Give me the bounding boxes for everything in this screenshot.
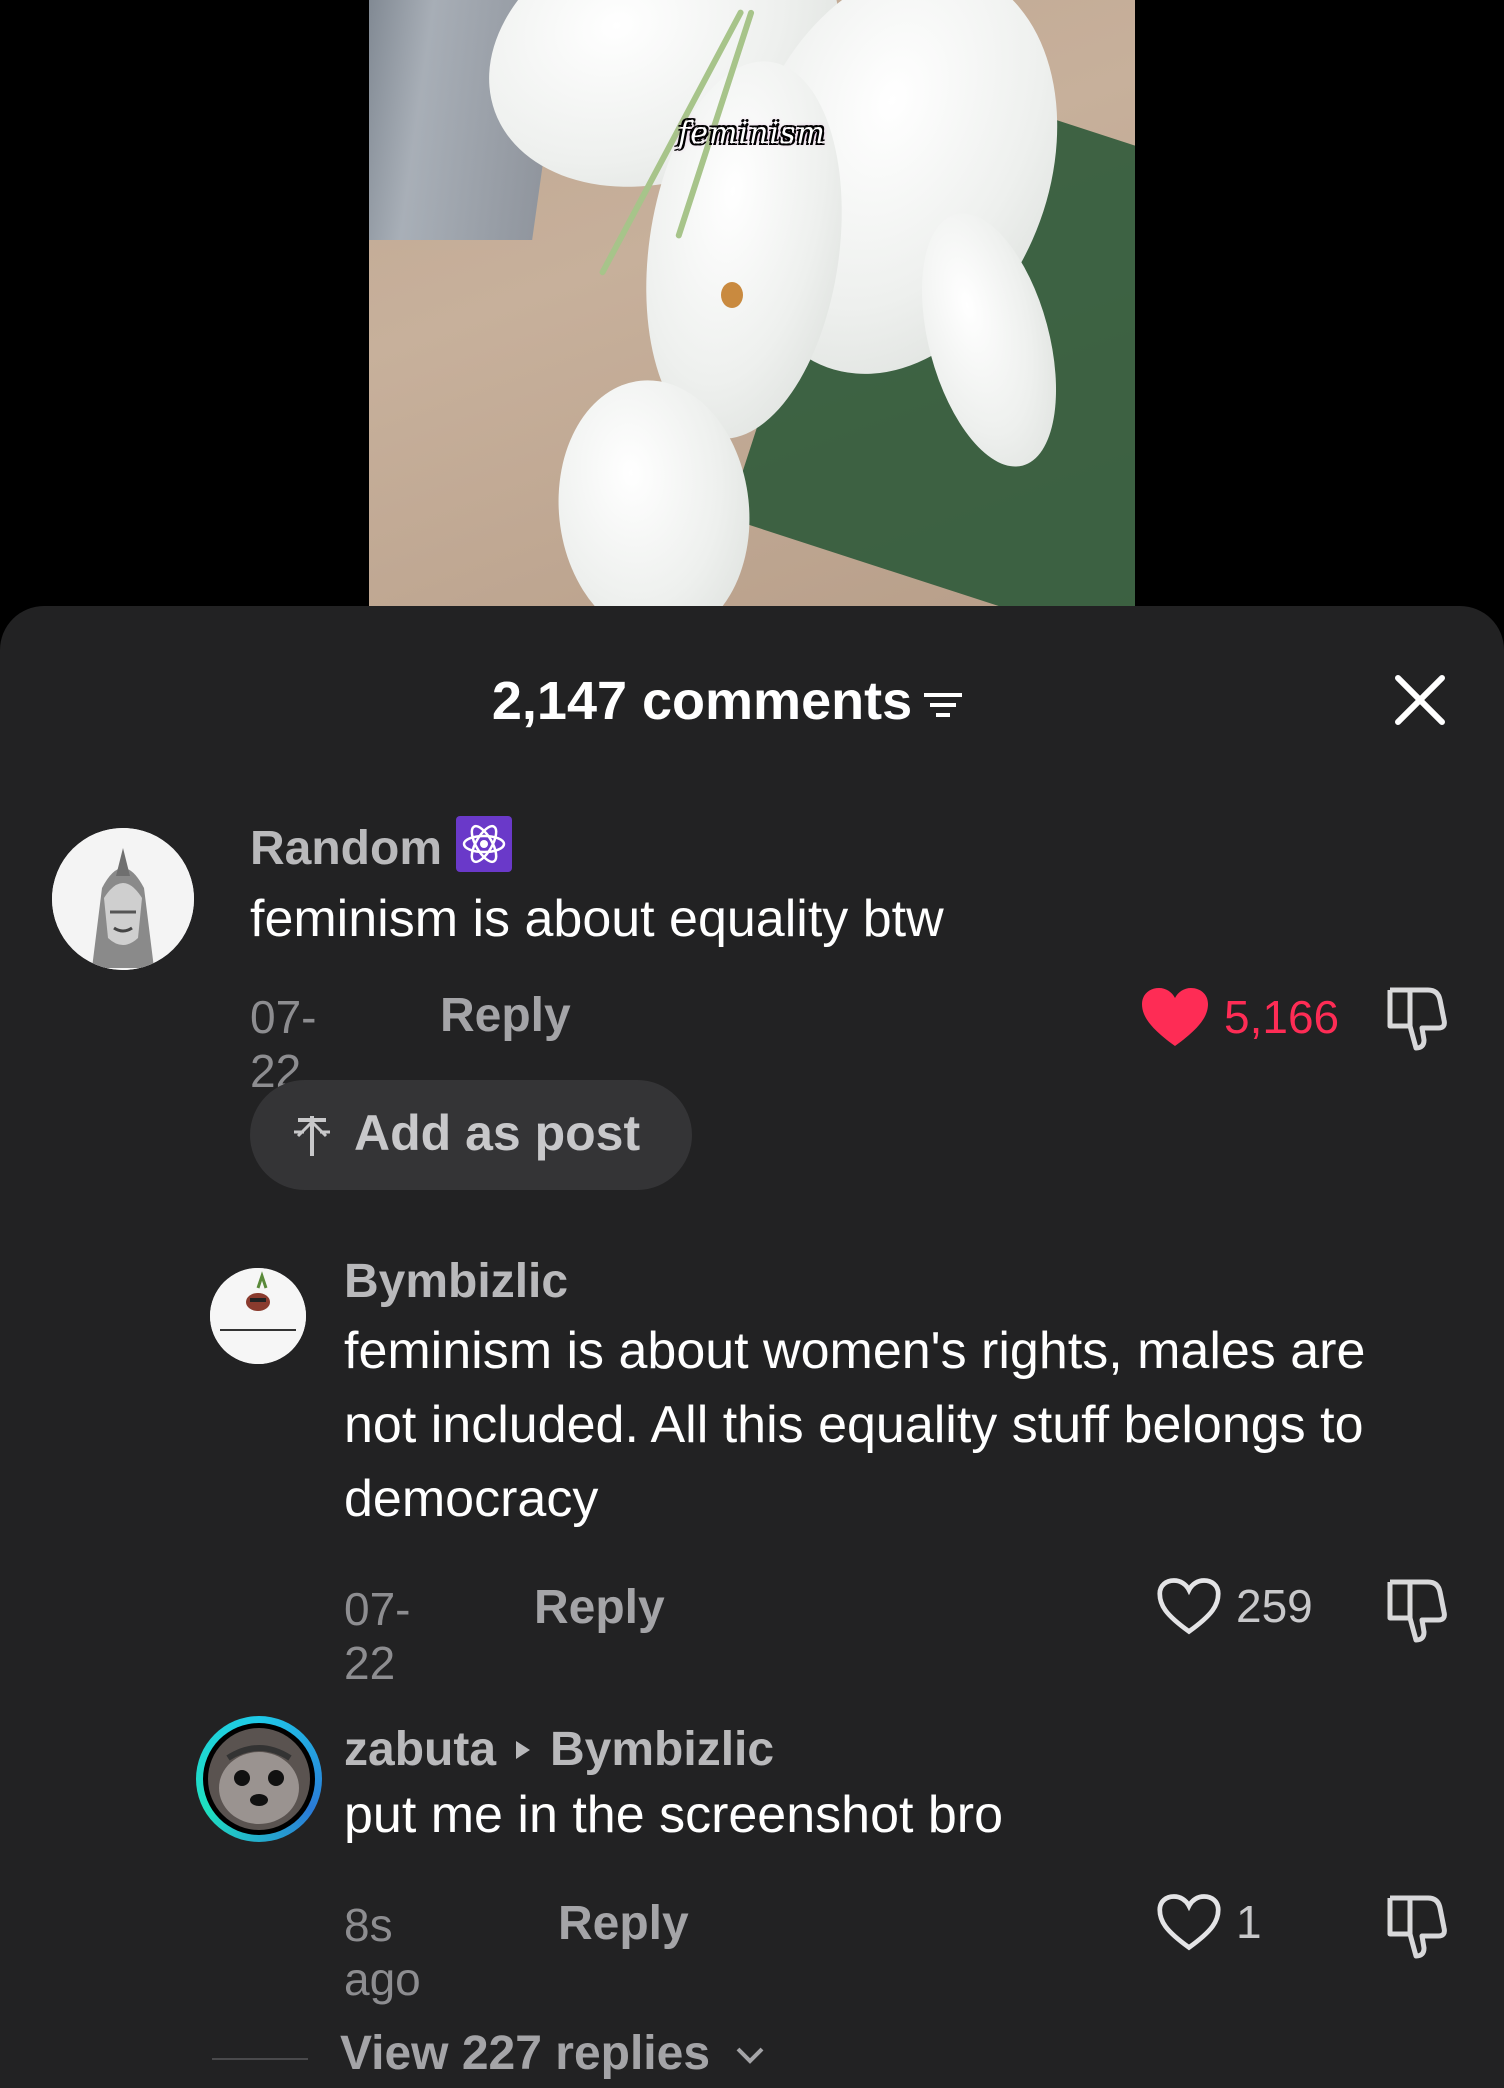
like-count: 259 — [1236, 1580, 1313, 1632]
dislike-icon[interactable] — [1384, 1890, 1450, 1965]
view-replies-label: View 227 replies — [340, 2022, 765, 2081]
like-count: 1 — [1236, 1896, 1262, 1948]
comment-username[interactable]: Bymbizlic — [344, 1254, 568, 1309]
sparkle-pin-icon — [294, 1116, 330, 1156]
divider — [212, 2058, 308, 2060]
heart-filled-icon — [1142, 988, 1208, 1046]
reply-button[interactable]: Reply — [440, 988, 571, 1043]
username-label: zabuta — [344, 1723, 497, 1776]
comment-count-title: 2,147 comments — [0, 670, 1456, 736]
add-as-post-label: Add as post — [354, 1105, 641, 1161]
add-as-post-button[interactable]: Add as post — [250, 1080, 692, 1190]
filter-icon[interactable] — [922, 674, 964, 736]
like-count: 5,166 — [1224, 991, 1340, 1043]
video-caption: feminism — [678, 116, 826, 151]
close-icon[interactable] — [1390, 670, 1450, 730]
comment-text: feminism is about women's rights, males … — [344, 1322, 1366, 1528]
chevron-down-icon — [735, 2022, 765, 2077]
comment-date: 07-22 — [344, 1583, 411, 1689]
like-button[interactable]: 5,166 — [1140, 986, 1339, 1048]
comments-header: 2,147 comments — [0, 664, 1504, 734]
reply-button[interactable]: Reply — [558, 1896, 689, 1951]
avatar[interactable] — [52, 828, 194, 970]
comment-username[interactable]: Random — [250, 816, 512, 876]
like-button[interactable]: 1 — [1156, 1892, 1262, 1952]
reply-to-username[interactable]: Bymbizlic — [550, 1723, 774, 1776]
like-button[interactable]: 259 — [1156, 1576, 1313, 1636]
comments-sheet: 2,147 comments Random feminism is about … — [0, 606, 1504, 2088]
atom-badge-icon — [456, 816, 512, 872]
comment-username[interactable]: zabuta Bymbizlic — [344, 1718, 774, 1777]
heart-outline-icon — [1157, 1578, 1221, 1635]
avatar[interactable] — [210, 1268, 306, 1364]
heart-outline-icon — [1157, 1894, 1221, 1951]
avatar[interactable] — [196, 1716, 322, 1842]
dislike-icon[interactable] — [1384, 982, 1450, 1057]
view-replies-text: View 227 replies — [340, 2027, 711, 2080]
dislike-icon[interactable] — [1384, 1574, 1450, 1649]
comment-text: feminism is about equality btw — [250, 890, 944, 948]
comment-count-label: 2,147 comments — [491, 671, 913, 731]
lily-anther — [721, 282, 743, 308]
username-label: Random — [250, 822, 442, 875]
play-arrow-icon — [514, 1718, 532, 1773]
reply-button[interactable]: Reply — [534, 1580, 665, 1635]
comment-date: 8s ago — [344, 1899, 421, 2005]
comment-text: put me in the screenshot bro — [344, 1786, 1004, 1844]
video-preview[interactable]: feminism — [369, 0, 1135, 606]
